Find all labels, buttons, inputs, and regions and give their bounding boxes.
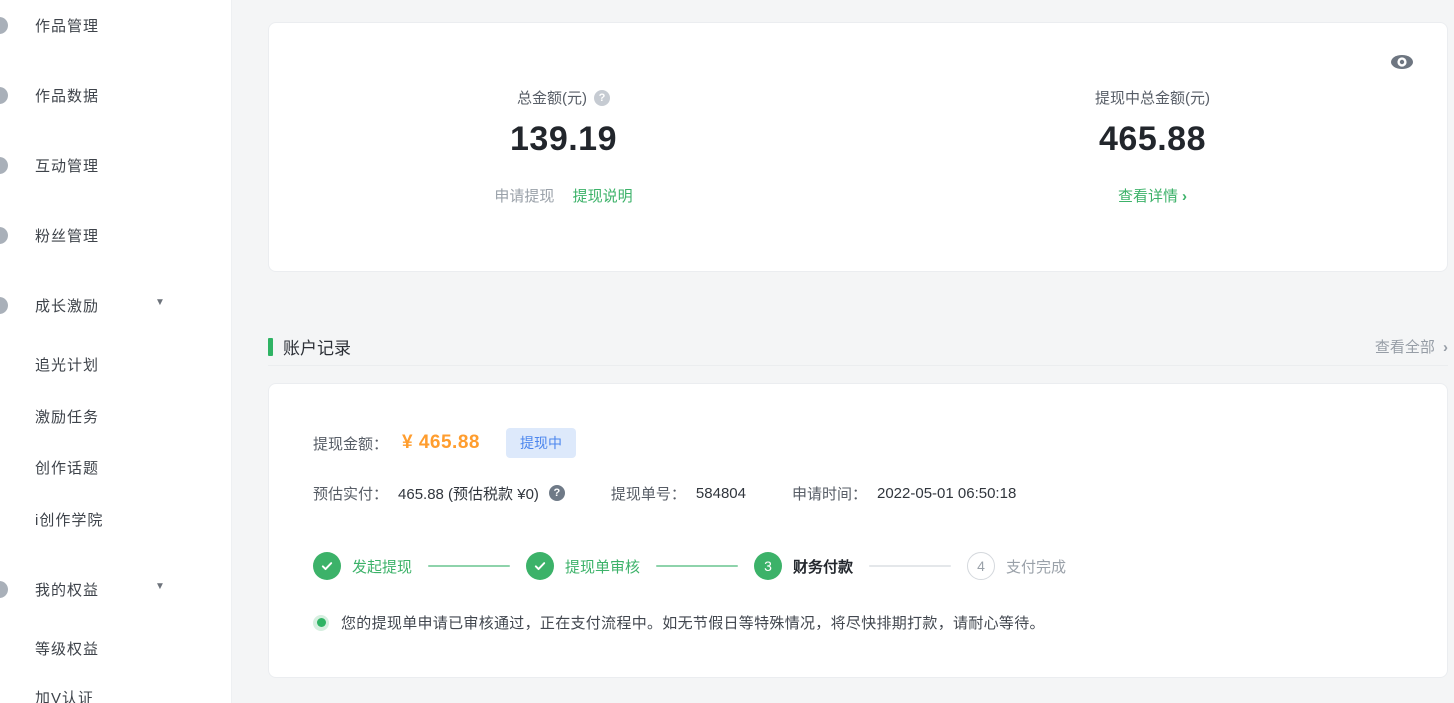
total-amount-label-row: 总金额(元) ? <box>517 87 610 108</box>
withdrawal-amount-row: 提现金额： ¥ 465.88 提现中 <box>313 428 1403 458</box>
sidebar-item-creation-topics[interactable]: 创作话题 <box>0 456 232 480</box>
apply-time-label: 申请时间： <box>792 483 867 504</box>
step-connector <box>869 565 951 567</box>
status-badge: 提现中 <box>506 428 576 458</box>
step-payment-complete: 4 支付完成 <box>967 552 1066 580</box>
view-all-link[interactable]: 查看全部 › <box>1375 336 1448 357</box>
withdrawal-detail-row: 预估实付： 465.88 (预估税款 ¥0) ? 提现单号： 584804 申请… <box>313 482 1403 504</box>
section-accent-bar <box>268 338 273 356</box>
sidebar-item-interaction-management[interactable]: 互动管理 <box>0 154 232 178</box>
account-records-header: 账户记录 查看全部 › <box>268 328 1448 366</box>
withdraw-info-link[interactable]: 提现说明 <box>573 188 633 205</box>
step-withdrawal-review: 提现单审核 <box>526 552 640 580</box>
sidebar-item-label: 粉丝管理 <box>35 225 99 246</box>
total-amount-block: 总金额(元) ? 139.19 申请提现 提现说明 <box>269 23 858 271</box>
sidebar-item-my-benefits[interactable]: 我的权益 ▼ <box>0 578 232 602</box>
step-number-badge: 3 <box>754 552 782 580</box>
chevron-right-icon: › <box>1443 339 1448 356</box>
withdrawal-record-card: 提现金额： ¥ 465.88 提现中 预估实付： 465.88 (预估税款 ¥0… <box>268 383 1448 678</box>
apply-withdraw-link[interactable]: 申请提现 <box>494 188 554 205</box>
sidebar-item-level-benefits[interactable]: 等级权益 <box>0 637 232 661</box>
chevron-down-icon[interactable]: ▼ <box>155 297 165 308</box>
withdrawal-amount-label: 提现金额： <box>313 433 388 454</box>
sidebar-item-label: 等级权益 <box>35 638 99 659</box>
sidebar-item-fans-management[interactable]: 粉丝管理 <box>0 224 232 248</box>
sidebar-item-v-certification[interactable]: 加V认证 <box>0 686 232 703</box>
chevron-right-icon: › <box>1182 188 1187 205</box>
withdrawing-amount-value: 465.88 <box>858 120 1447 159</box>
step-connector <box>656 565 738 567</box>
sidebar-item-works-data[interactable]: 作品数据 <box>0 84 232 108</box>
order-number-value: 584804 <box>696 485 746 502</box>
section-title: 账户记录 <box>283 334 351 359</box>
sidebar-item-label: 激励任务 <box>35 406 99 427</box>
withdrawing-amount-label: 提现中总金额(元) <box>1095 87 1210 108</box>
sidebar-item-label: 成长激励 <box>35 295 99 316</box>
order-number-label: 提现单号： <box>611 483 686 504</box>
fans-management-icon <box>0 227 8 244</box>
sidebar-item-works-management[interactable]: 作品管理 <box>0 14 232 38</box>
sidebar-item-incentive-tasks[interactable]: 激励任务 <box>0 405 232 429</box>
sidebar-item-label: 我的权益 <box>35 579 99 600</box>
estimated-pay-value: 465.88 (预估税款 ¥0) <box>398 483 539 504</box>
sidebar-item-label: 作品管理 <box>35 15 99 36</box>
step-connector <box>428 565 510 567</box>
sidebar-item-i-creation-academy[interactable]: i创作学院 <box>0 508 232 532</box>
sidebar: 作品管理 作品数据 互动管理 粉丝管理 成长激励 ▼ 追光计划 激励任务 创作话… <box>0 0 232 703</box>
total-amount-label: 总金额(元) <box>517 87 587 108</box>
interaction-management-icon <box>0 157 8 174</box>
sidebar-item-label: 互动管理 <box>35 155 99 176</box>
my-benefits-icon <box>0 581 8 598</box>
status-dot-icon <box>313 615 329 631</box>
withdrawal-progress-steps: 发起提现 提现单审核 3 财务付款 4 支付完成 <box>313 552 1403 580</box>
eye-icon[interactable] <box>1389 53 1415 71</box>
sidebar-item-label: i创作学院 <box>35 509 103 530</box>
help-icon[interactable]: ? <box>549 485 565 501</box>
withdrawal-amount-value: ¥ 465.88 <box>402 432 480 454</box>
works-data-icon <box>0 87 8 104</box>
help-icon[interactable]: ? <box>594 90 610 106</box>
sidebar-item-growth-incentive[interactable]: 成长激励 ▼ <box>0 294 232 318</box>
check-icon <box>313 552 341 580</box>
step-finance-payment: 3 财务付款 <box>754 552 853 580</box>
estimated-pay-label: 预估实付： <box>313 483 388 504</box>
sidebar-item-label: 作品数据 <box>35 85 99 106</box>
check-icon <box>526 552 554 580</box>
withdrawing-amount-block: 提现中总金额(元) 465.88 查看详情› <box>858 23 1447 271</box>
balance-card: 总金额(元) ? 139.19 申请提现 提现说明 提现中总金额(元) 465.… <box>268 22 1448 272</box>
sidebar-item-label: 追光计划 <box>35 354 99 375</box>
works-management-icon <box>0 17 8 34</box>
chevron-down-icon[interactable]: ▼ <box>155 581 165 592</box>
growth-incentive-icon <box>0 297 8 314</box>
status-message-row: 您的提现单申请已审核通过，正在支付流程中。如无节假日等特殊情况，将尽快排期打款，… <box>313 612 1403 633</box>
step-initiate-withdrawal: 发起提现 <box>313 552 412 580</box>
sidebar-item-label: 创作话题 <box>35 457 99 478</box>
total-amount-value: 139.19 <box>269 120 858 159</box>
view-details-link[interactable]: 查看详情› <box>1118 188 1187 205</box>
step-number-badge: 4 <box>967 552 995 580</box>
apply-time-value: 2022-05-01 06:50:18 <box>877 485 1016 502</box>
sidebar-item-chasing-light-plan[interactable]: 追光计划 <box>0 353 232 377</box>
sidebar-item-label: 加V认证 <box>35 687 94 703</box>
status-message: 您的提现单申请已审核通过，正在支付流程中。如无节假日等特殊情况，将尽快排期打款，… <box>341 612 1045 633</box>
